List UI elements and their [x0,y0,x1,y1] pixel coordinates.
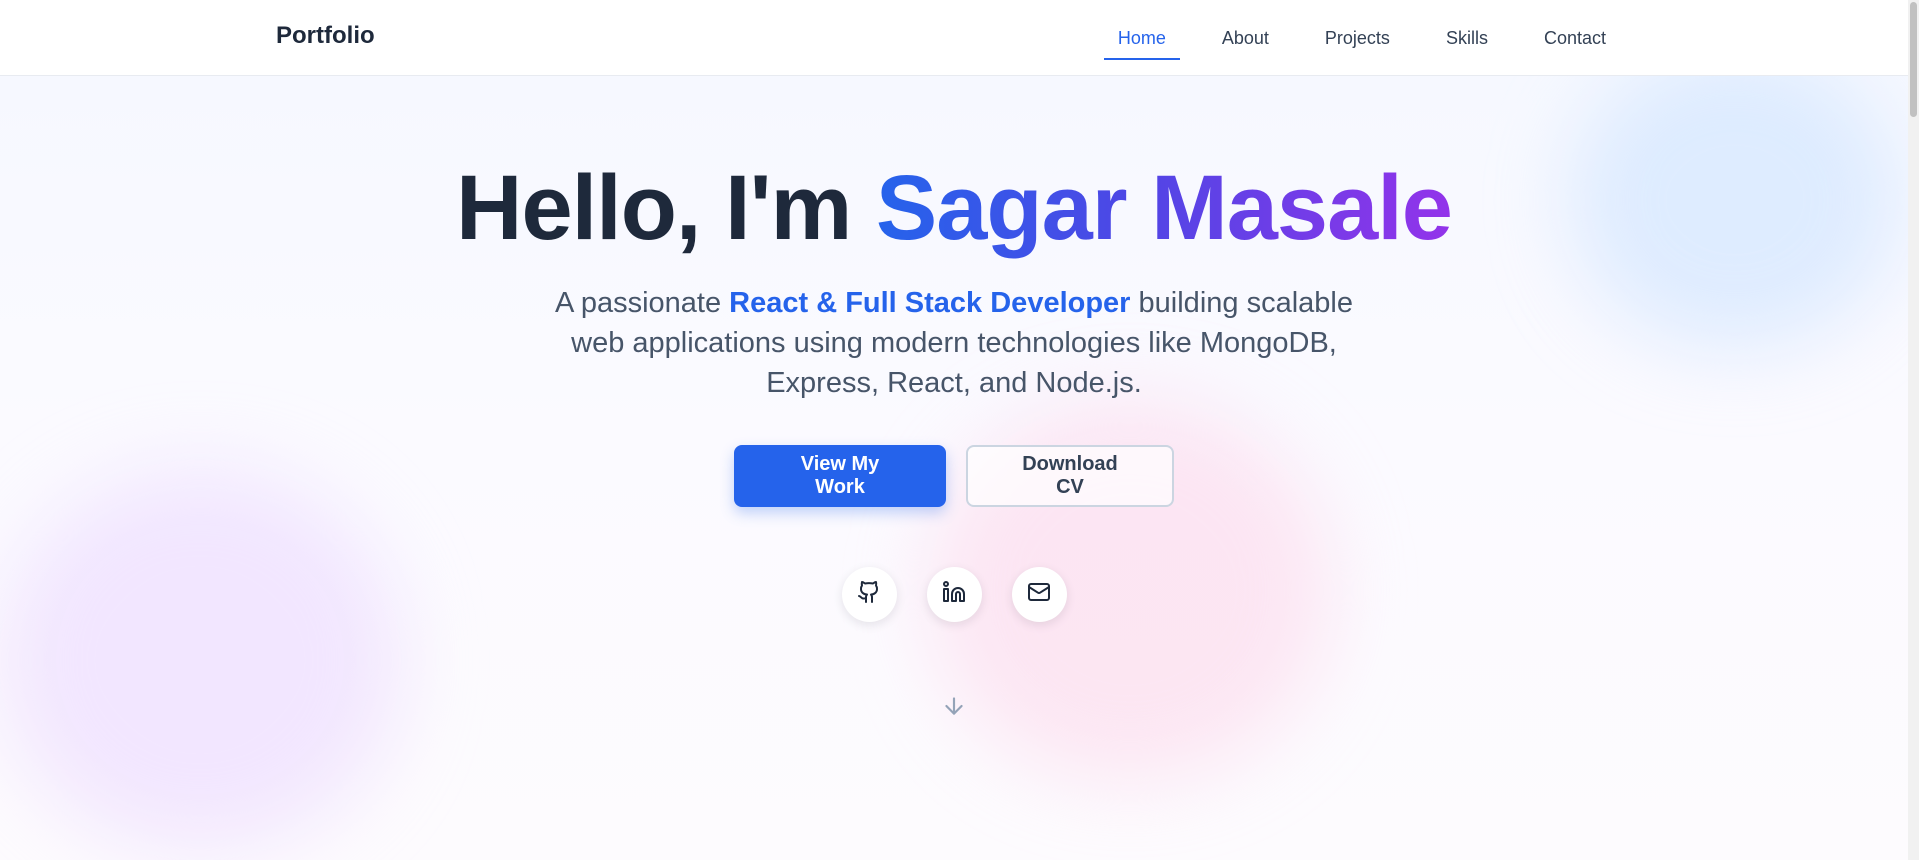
subtitle-prefix: A passionate [555,286,730,319]
linkedin-link[interactable] [926,566,982,622]
social-links [841,566,1067,622]
github-link[interactable] [841,566,897,622]
brand-logo[interactable]: Portfolio [276,22,375,50]
download-cv-button[interactable]: Download CV [966,444,1174,507]
hero-section: Hello, I'm Sagar Masale A passionate Rea… [0,76,1908,724]
hero-subtitle: A passionate React & Full Stack Develope… [544,283,1364,403]
nav-link-about[interactable]: About [1208,0,1283,76]
github-icon [857,580,881,609]
hero-greeting: Hello, I'm [456,157,876,259]
view-my-work-button[interactable]: View My Work [734,444,946,507]
linkedin-icon [942,580,966,609]
mail-icon [1027,580,1051,609]
nav-link-contact[interactable]: Contact [1530,0,1620,76]
navbar: Portfolio Home About Projects Skills Con… [0,0,1908,76]
hero-buttons: View My Work Download CV [734,444,1174,507]
nav-link-projects[interactable]: Projects [1311,0,1404,76]
arrow-down-icon [941,693,967,724]
nav-link-home[interactable]: Home [1103,0,1180,76]
hero-name: Sagar Masale [875,157,1453,259]
email-link[interactable] [1011,566,1067,622]
scrollbar[interactable] [1908,0,1919,860]
hero-role: React & Full Stack Developer [729,286,1131,319]
scroll-down-link[interactable] [939,694,969,724]
nav-link-skills[interactable]: Skills [1432,0,1502,76]
hero-headline: Hello, I'm Sagar Masale [456,157,1453,259]
nav-links: Home About Projects Skills Contact [1076,0,1620,76]
scrollbar-thumb[interactable] [1910,2,1917,117]
